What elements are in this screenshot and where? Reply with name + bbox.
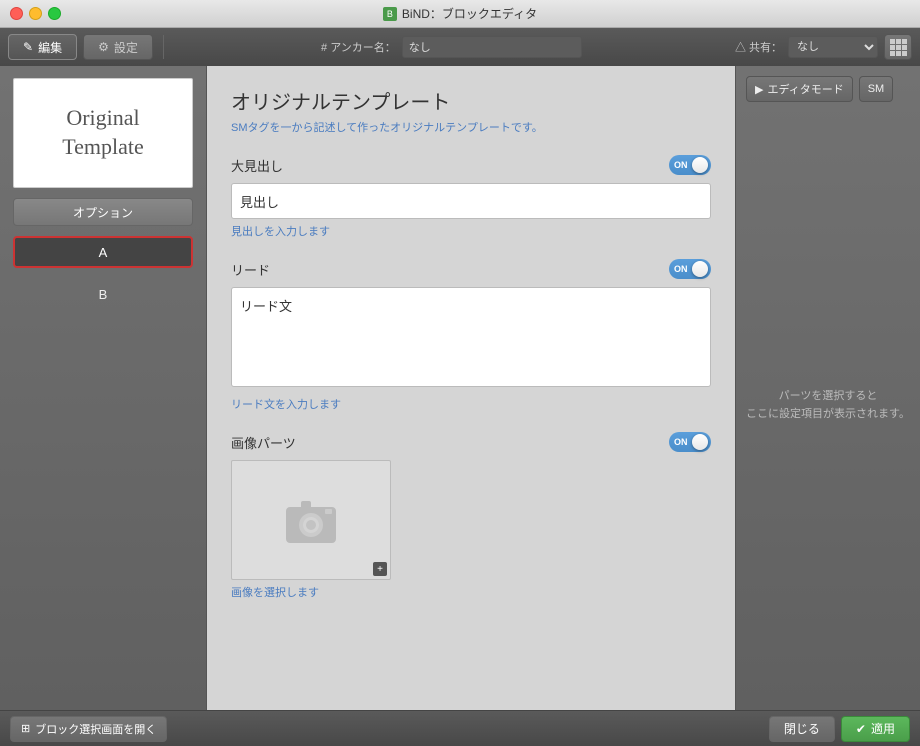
- heading-toggle-knob: [692, 157, 708, 173]
- heading-section: 大見出し ON 見出しを入力します: [231, 155, 711, 239]
- grid-icon: [890, 39, 907, 56]
- heading-hint: 見出しを入力します: [231, 223, 711, 239]
- apply-button[interactable]: ✔ 適用: [841, 716, 910, 742]
- lead-toggle[interactable]: ON: [669, 259, 711, 279]
- close-window-btn[interactable]: [10, 7, 23, 20]
- window-controls[interactable]: [10, 7, 61, 20]
- sm-btn[interactable]: SM: [859, 76, 894, 102]
- image-section-label: 画像パーツ: [231, 433, 296, 452]
- options-label: オプション: [73, 204, 133, 221]
- image-toggle[interactable]: ON: [669, 432, 711, 452]
- lead-section: リード ON <script>document.currentScript.pa…: [231, 259, 711, 412]
- heading-toggle[interactable]: ON: [669, 155, 711, 175]
- close-label: 閉じる: [784, 722, 820, 736]
- template-preview: Original Template: [13, 78, 193, 188]
- check-icon: ✔: [856, 722, 866, 736]
- image-add-badge: +: [373, 562, 387, 576]
- template-line1: Original: [62, 104, 144, 133]
- title-text: BiND：ブロックエディタ: [402, 5, 537, 22]
- item-a-label: A: [99, 245, 108, 260]
- anchor-label: # アンカー名：: [321, 39, 396, 55]
- open-block-label: ブロック選択画面を開く: [35, 721, 156, 737]
- image-hint: 画像を選択します: [231, 584, 711, 600]
- image-section: 画像パーツ ON + 画像を選択します: [231, 432, 711, 600]
- item-b-label: B: [99, 287, 108, 302]
- heading-section-header: 大見出し ON: [231, 155, 711, 175]
- grid-small-icon: ⊞: [21, 722, 30, 735]
- open-block-btn[interactable]: ⊞ ブロック選択画面を開く: [10, 716, 167, 742]
- image-toggle-text: ON: [674, 437, 688, 447]
- image-placeholder[interactable]: +: [231, 460, 391, 580]
- main-layout: Original Template オプション A B オリジナルテンプレート …: [0, 66, 920, 710]
- lead-toggle-knob: [692, 261, 708, 277]
- right-panel-top: ▶ エディタモード SM: [746, 76, 910, 102]
- mode-btn-label: エディタモード: [767, 81, 843, 97]
- lead-section-header: リード ON: [231, 259, 711, 279]
- apply-label: 適用: [871, 720, 895, 737]
- lead-hint: リード文を入力します: [231, 396, 711, 412]
- sidebar: Original Template オプション A B: [0, 66, 207, 710]
- editor-mode-btn[interactable]: ▶ エディタモード: [746, 76, 853, 102]
- right-panel-empty: パーツを選択するとここに設定項目が表示されます。: [746, 112, 910, 700]
- share-label: △ 共有：: [735, 39, 782, 55]
- share-field-group: △ 共有： なし: [735, 36, 878, 58]
- bottom-right-btns: 閉じる ✔ 適用: [769, 716, 910, 742]
- edit-tab[interactable]: ✎ 編集: [8, 34, 77, 60]
- anchor-input[interactable]: [402, 36, 582, 58]
- settings-tab[interactable]: ⚙ 設定: [83, 34, 153, 60]
- sidebar-item-a[interactable]: A: [13, 236, 193, 268]
- play-icon: ▶: [755, 83, 763, 96]
- share-select[interactable]: なし: [788, 36, 878, 58]
- template-preview-text: Original Template: [62, 104, 144, 161]
- separator: [163, 35, 164, 59]
- edit-icon: ✎: [23, 40, 33, 54]
- grid-view-btn[interactable]: [884, 34, 912, 60]
- right-panel: ▶ エディタモード SM パーツを選択するとここに設定項目が表示されます。: [735, 66, 920, 710]
- app-icon: B: [383, 7, 397, 21]
- minimize-window-btn[interactable]: [29, 7, 42, 20]
- edit-label: 編集: [38, 39, 62, 56]
- heading-input[interactable]: [231, 183, 711, 219]
- options-button[interactable]: オプション: [13, 198, 193, 226]
- image-section-header: 画像パーツ ON: [231, 432, 711, 452]
- close-button[interactable]: 閉じる: [769, 716, 835, 742]
- window-title: B BiND：ブロックエディタ: [383, 5, 537, 22]
- settings-icon: ⚙: [98, 40, 109, 54]
- heading-toggle-text: ON: [674, 160, 688, 170]
- content-title: オリジナルテンプレート: [231, 86, 711, 115]
- template-line2: Template: [62, 133, 144, 162]
- anchor-field-group: # アンカー名：: [174, 36, 729, 58]
- maximize-window-btn[interactable]: [48, 7, 61, 20]
- lead-toggle-text: ON: [674, 264, 688, 274]
- camera-icon: [281, 495, 341, 545]
- sm-label: SM: [868, 83, 885, 95]
- sidebar-item-b[interactable]: B: [13, 278, 193, 310]
- heading-section-label: 大見出し: [231, 156, 283, 175]
- bottom-bar: ⊞ ブロック選択画面を開く 閉じる ✔ 適用: [0, 710, 920, 746]
- lead-textarea[interactable]: <script>document.currentScript.parentNod…: [231, 287, 711, 387]
- image-toggle-knob: [692, 434, 708, 450]
- lead-section-label: リード: [231, 260, 270, 279]
- settings-label: 設定: [114, 39, 138, 56]
- content-subtitle: SMタグを一から記述して作ったオリジナルテンプレートです。: [231, 119, 711, 135]
- content-area: オリジナルテンプレート SMタグを一から記述して作ったオリジナルテンプレートです…: [207, 66, 735, 710]
- right-panel-empty-text: パーツを選択するとここに設定項目が表示されます。: [746, 388, 910, 423]
- toolbar: ✎ 編集 ⚙ 設定 # アンカー名： △ 共有： なし: [0, 28, 920, 66]
- titlebar: B BiND：ブロックエディタ: [0, 0, 920, 28]
